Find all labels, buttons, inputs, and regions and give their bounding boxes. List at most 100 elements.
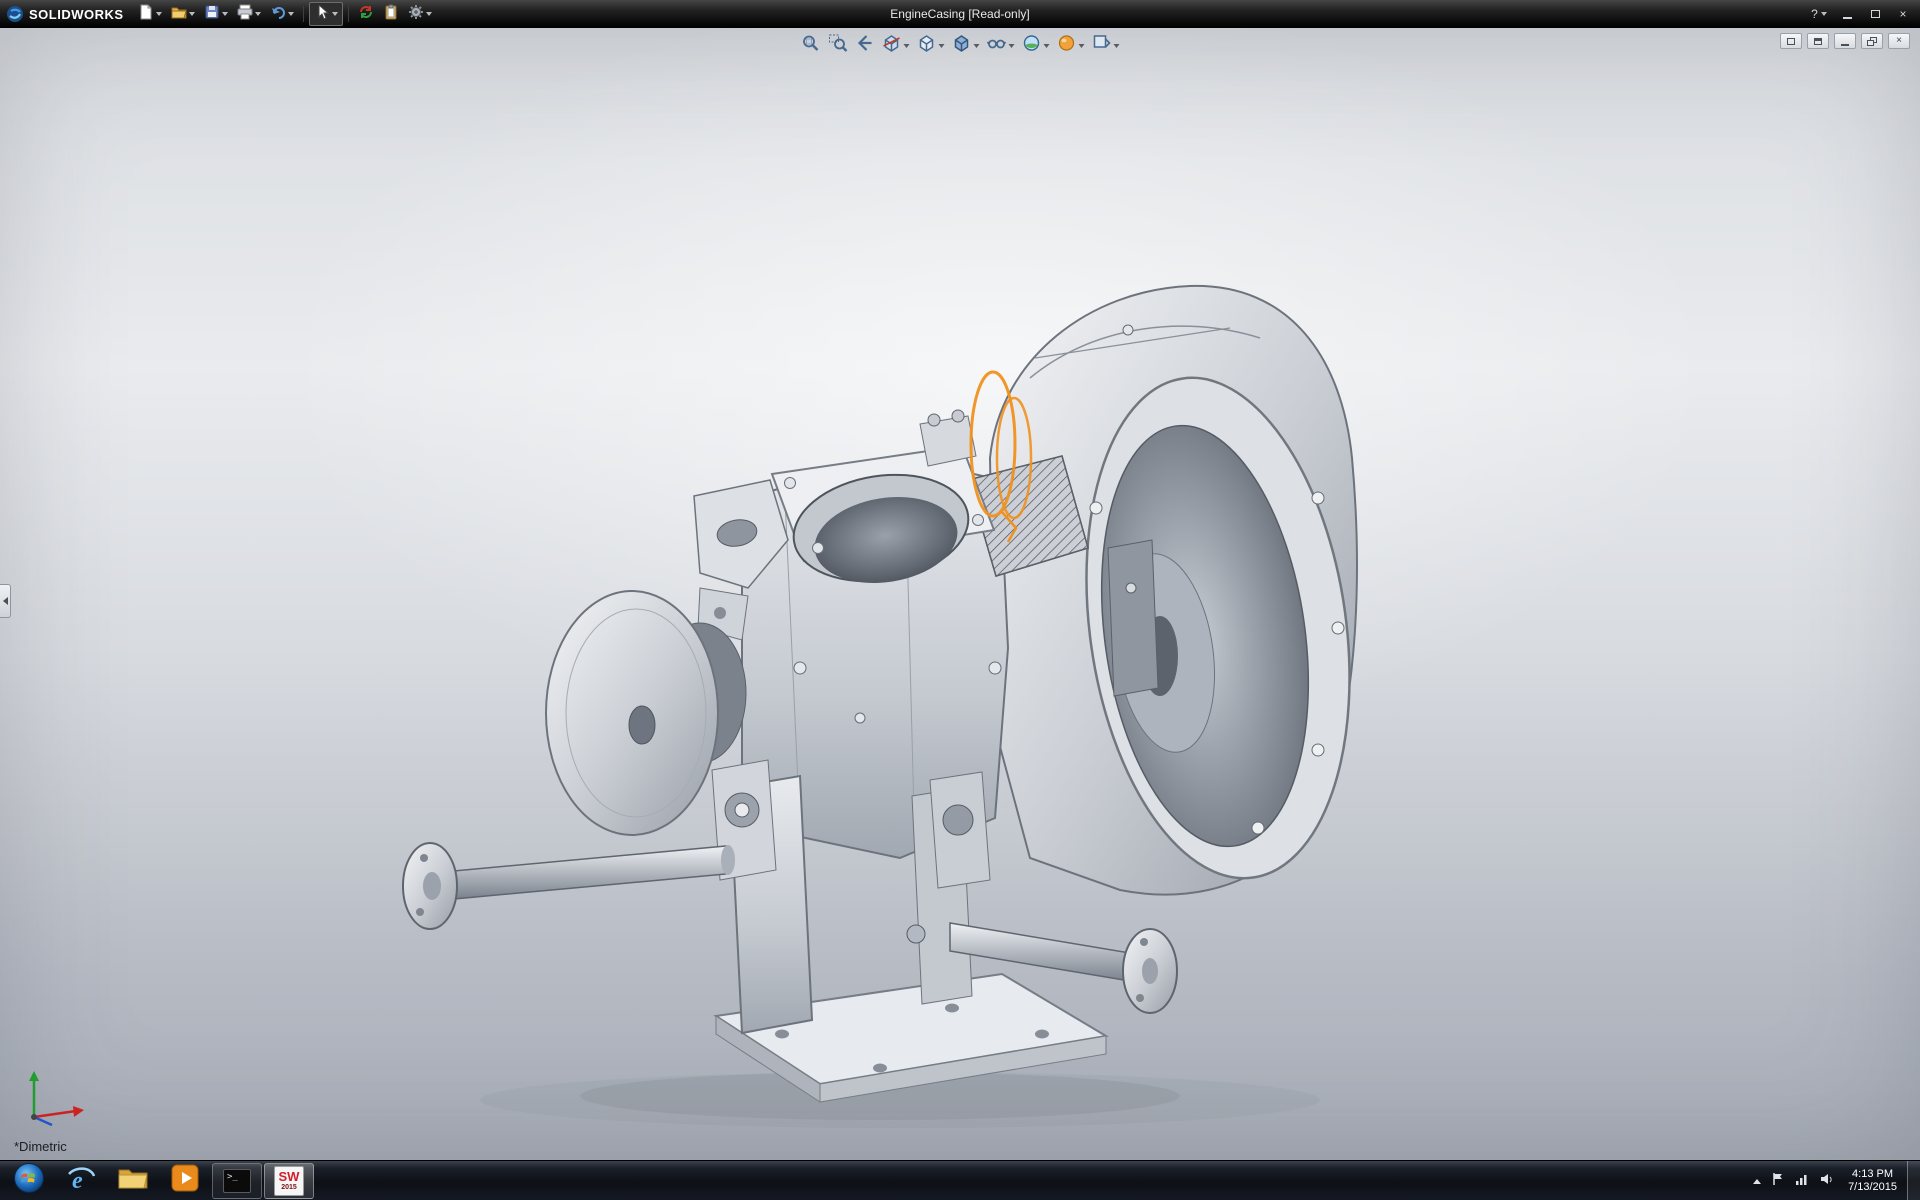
dropdown-caret-icon xyxy=(1009,44,1015,48)
undo-button[interactable] xyxy=(266,2,298,26)
model-canvas[interactable] xyxy=(0,28,1920,1160)
solidworks-icon-text: SW xyxy=(279,1170,300,1183)
print-button[interactable] xyxy=(233,2,265,26)
new-document-button[interactable] xyxy=(134,2,166,26)
section-view-button[interactable] xyxy=(880,32,912,59)
help-glyph: ? xyxy=(1811,7,1818,21)
cascade-windows-button[interactable] xyxy=(1807,33,1829,49)
view-settings-icon xyxy=(1092,33,1112,58)
open-button[interactable] xyxy=(167,2,199,26)
hide-show-items-button[interactable] xyxy=(985,32,1017,59)
print-icon xyxy=(237,4,253,25)
chevron-left-icon xyxy=(3,597,8,605)
hide-show-items-icon xyxy=(987,33,1007,58)
rebuild-icon xyxy=(358,4,374,25)
featuremanager-expand-tab[interactable] xyxy=(0,584,11,618)
view-orientation-label: *Dimetric xyxy=(14,1139,67,1154)
network-button[interactable] xyxy=(1790,1161,1814,1200)
dropdown-caret-icon xyxy=(332,12,338,16)
internet-explorer-button[interactable]: e xyxy=(56,1163,106,1199)
taskbar-clock[interactable]: 4:13 PM 7/13/2015 xyxy=(1838,1161,1907,1200)
command-prompt-icon: >_ xyxy=(223,1169,251,1193)
minimize-button[interactable] xyxy=(1834,5,1860,24)
minimize-document-button[interactable] xyxy=(1834,33,1856,49)
titlebar: SOLIDWORKS xyxy=(0,0,1920,28)
dropdown-caret-icon xyxy=(255,12,261,16)
select-button[interactable] xyxy=(309,2,343,26)
command-prompt-button[interactable]: >_ xyxy=(212,1163,262,1199)
minimize-icon xyxy=(1843,17,1852,19)
internet-explorer-icon: e xyxy=(65,1163,97,1198)
open-icon xyxy=(171,4,187,25)
dropdown-caret-icon xyxy=(1044,44,1050,48)
show-desktop-button[interactable] xyxy=(1907,1161,1920,1200)
save-button[interactable] xyxy=(200,2,232,26)
apply-scene-button[interactable] xyxy=(1020,32,1052,59)
options-gear-icon xyxy=(408,4,424,25)
taskbar: e >_ SW 2015 xyxy=(0,1160,1920,1200)
svg-text:e: e xyxy=(72,1168,83,1193)
view-settings-button[interactable] xyxy=(1090,32,1122,59)
maximize-button[interactable] xyxy=(1862,5,1888,24)
file-properties-button[interactable] xyxy=(379,2,403,26)
media-player-icon xyxy=(171,1164,199,1197)
close-button[interactable]: × xyxy=(1890,5,1916,24)
restore-document-icon xyxy=(1867,37,1877,46)
view-orientation-button[interactable] xyxy=(915,32,947,59)
solidworks-icon: SW 2015 xyxy=(274,1166,304,1196)
previous-view-icon xyxy=(855,33,875,58)
section-view-icon xyxy=(882,33,902,58)
toolbar-separator xyxy=(348,6,349,22)
chevron-up-icon xyxy=(1753,1179,1761,1184)
restore-document-button[interactable] xyxy=(1861,33,1883,49)
dropdown-caret-icon xyxy=(288,12,294,16)
close-icon: × xyxy=(1899,7,1906,21)
zoom-to-fit-button[interactable] xyxy=(799,32,823,59)
start-button[interactable] xyxy=(4,1163,54,1199)
main-toolbar xyxy=(134,2,436,26)
windows-explorer-button[interactable] xyxy=(108,1163,158,1199)
dropdown-caret-icon xyxy=(904,44,910,48)
rebuild-button[interactable] xyxy=(354,2,378,26)
action-center-button[interactable] xyxy=(1766,1161,1790,1200)
window-controls: ? × xyxy=(1806,0,1916,28)
options-button[interactable] xyxy=(404,2,436,26)
previous-view-button[interactable] xyxy=(853,32,877,59)
close-document-button[interactable]: × xyxy=(1888,33,1910,49)
show-hidden-icons-button[interactable] xyxy=(1748,1161,1766,1200)
clock-time: 4:13 PM xyxy=(1852,1168,1893,1181)
maximize-icon xyxy=(1871,10,1880,18)
save-icon xyxy=(204,4,220,25)
display-style-button[interactable] xyxy=(950,32,982,59)
help-button[interactable]: ? xyxy=(1806,5,1832,24)
dropdown-caret-icon xyxy=(1821,12,1827,16)
file-properties-icon xyxy=(383,4,399,25)
volume-button[interactable] xyxy=(1814,1161,1838,1200)
toolbar-separator xyxy=(303,6,304,22)
dropdown-caret-icon xyxy=(222,12,228,16)
dropdown-caret-icon xyxy=(939,44,945,48)
system-tray: 4:13 PM 7/13/2015 xyxy=(1748,1161,1920,1200)
window-title: EngineCasing [Read-only] xyxy=(890,7,1029,21)
undo-icon xyxy=(270,4,286,25)
media-player-button[interactable] xyxy=(160,1163,210,1199)
display-style-icon xyxy=(952,33,972,58)
dropdown-caret-icon xyxy=(426,12,432,16)
solidworks-2015-button[interactable]: SW 2015 xyxy=(264,1163,314,1199)
edit-appearance-button[interactable] xyxy=(1055,32,1087,59)
dropdown-caret-icon xyxy=(974,44,980,48)
select-cursor-icon xyxy=(314,4,330,25)
engine-casing-model[interactable] xyxy=(403,286,1380,1128)
app-logo: SOLIDWORKS xyxy=(0,5,134,23)
clock-date: 7/13/2015 xyxy=(1848,1181,1897,1194)
dropdown-caret-icon xyxy=(1079,44,1085,48)
zoom-to-fit-icon xyxy=(801,33,821,58)
graphics-area[interactable]: × *Dimetric xyxy=(0,28,1920,1160)
dropdown-caret-icon xyxy=(156,12,162,16)
document-window-controls: × xyxy=(1780,33,1910,49)
zoom-to-area-button[interactable] xyxy=(826,32,850,59)
network-icon xyxy=(1795,1172,1809,1191)
tile-windows-button[interactable] xyxy=(1780,33,1802,49)
ds-logo-icon xyxy=(6,5,24,23)
solidworks-icon-badge: 2015 xyxy=(281,1184,297,1191)
